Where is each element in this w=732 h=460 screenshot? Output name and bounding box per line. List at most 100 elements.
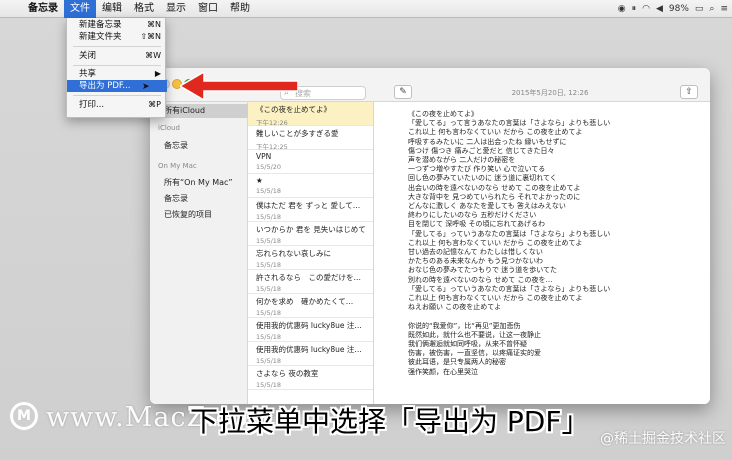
- red-arrow-annotation: [180, 72, 298, 100]
- note-body-line: 「愛してる」っていうあなたの言葉は「さよなら」よりも悲しい: [408, 284, 611, 293]
- note-date: 15/5/18: [256, 285, 282, 293]
- note-title: 許されるなら この愛だけを…: [256, 273, 361, 282]
- note-body-line: 大きな背中を 見つめていられたら それでよかったのに: [408, 192, 581, 201]
- note-date: 15/5/18: [256, 261, 282, 269]
- share-icon: ⇧: [685, 87, 693, 97]
- menu-shortcut: ⌘P: [148, 100, 161, 109]
- sidebar-item-recovered[interactable]: 已恢复的项目: [164, 209, 212, 220]
- sidebar-item-notes-icloud[interactable]: 备忘录: [164, 140, 188, 151]
- wifi-icon[interactable]: ◠: [642, 4, 650, 14]
- corner-watermark: @稀土掘金技术社区: [600, 431, 726, 447]
- note-list-item[interactable]: 使用我的优惠码 lucky8ue 注… 15/5/18: [248, 342, 373, 366]
- note-list: 《この夜を止めてよ》 下午12:26 難しいことが多すぎる愛 下午12:25 VPN 15…: [248, 102, 374, 404]
- note-title: 使用我的优惠码 lucky8ue 注…: [256, 345, 362, 354]
- note-title: 僕はただ 君を ずっと 愛して…: [256, 201, 361, 210]
- media-icon[interactable]: ⏸: [632, 4, 637, 14]
- note-list-item[interactable]: VPN 15/5/20: [248, 150, 373, 174]
- note-body-line: 彼此耳语，是只专属两人的秘密: [408, 358, 506, 367]
- note-body-line: これ以上 何も言わなくていい だから この夜を止めてよ: [408, 238, 583, 247]
- note-list-item[interactable]: ★ 15/5/18: [248, 174, 373, 198]
- note-body-line: 回し色の夢みていたいのに 迷う道に裏切れてく: [408, 174, 557, 183]
- note-body-line: 《この夜を止めてよ》: [408, 110, 478, 118]
- menu-item-label: 新建文件夹: [79, 32, 122, 42]
- note-date: 15/5/18: [256, 187, 282, 195]
- menu-item-label: 新建备忘录: [79, 20, 122, 30]
- menu-item-label: 关闭: [79, 51, 97, 61]
- menu-shortcut: ⇧⌘N: [140, 32, 161, 41]
- sidebar-item-all-on-my-mac[interactable]: 所有“On My Mac”: [164, 177, 233, 188]
- menubar: 备忘录 文件 编辑 格式 显示 窗口 帮助 ◉ ⏸ ◠ ◀ 98% ▭ ⌕ ≡: [0, 0, 732, 18]
- note-body-line: 呼吸するみたいに 二人は出会ったね 縁いもせずに: [408, 137, 567, 146]
- menu-item-label: 导出为 PDF...: [79, 81, 131, 91]
- note-editor[interactable]: 《この夜を止めてよ》 「愛してる」って言うあなたの言葉は「さよなら」よりも悲しいこ…: [374, 102, 710, 404]
- note-list-item[interactable]: 何かを求め 確かめたくて… 15/5/18: [248, 294, 373, 318]
- record-icon[interactable]: ◉: [618, 4, 626, 14]
- menu-separator: [73, 65, 161, 66]
- note-body-line: これ以上 何も言わなくていい だから この夜を止めてよ: [408, 128, 583, 137]
- note-title: VPN: [256, 152, 272, 161]
- note-body-line: 「愛してる」っていうあなたの言葉は「さよなら」よりも悲しい: [408, 229, 611, 238]
- menu-item-new-folder[interactable]: 新建文件夹 ⇧⌘N: [67, 31, 167, 43]
- note-body-line: 我们俩邂逅就如同呼吸，从来不曾怀疑: [408, 340, 527, 349]
- note-date-label: 2015年5月20日, 12:26: [511, 89, 589, 97]
- menu-item-share[interactable]: 共享 ▶: [67, 68, 167, 80]
- sidebar-header-on-my-mac: On My Mac: [158, 162, 197, 170]
- note-title: 忘れられない哀しみに: [256, 249, 331, 258]
- menu-view[interactable]: 显示: [160, 0, 192, 18]
- menu-format[interactable]: 格式: [128, 0, 160, 18]
- menu-window[interactable]: 窗口: [192, 0, 224, 18]
- note-body-line: ねえお願い この夜を止めてよ: [408, 303, 502, 312]
- video-subtitle: 下拉菜单中选择「导出为 PDF」: [190, 405, 590, 438]
- note-body-line: 傷つけ 傷つき 痛みごと愛だと 信じてきた日々: [408, 146, 555, 155]
- menu-item-close[interactable]: 关闭 ⌘W: [67, 50, 167, 62]
- menu-help[interactable]: 帮助: [224, 0, 256, 18]
- sidebar-item-notes-mac[interactable]: 备忘录: [164, 193, 188, 204]
- file-menu-dropdown: 新建备忘录 ⌘N 新建文件夹 ⇧⌘N 关闭 ⌘W 共享 ▶ 导出为 PDF...…: [66, 18, 167, 118]
- note-title: 何かを求め 確かめたくて…: [256, 297, 354, 306]
- menu-app-name[interactable]: 备忘录: [22, 0, 64, 18]
- note-body-line: 你说的“我爱你”，比“再见”更加悲伤: [408, 321, 521, 330]
- menu-list-icon[interactable]: ≡: [720, 4, 728, 14]
- note-title: さよなら 夜の教室: [256, 369, 319, 378]
- menu-separator: [73, 46, 161, 47]
- note-title: 難しいことが多すぎる愛: [256, 129, 339, 138]
- battery-icon[interactable]: ▭: [695, 4, 704, 14]
- sidebar-header-icloud: iCloud: [158, 124, 180, 132]
- note-body-line: 声を潜めながら 二人だけの秘密を: [408, 156, 516, 165]
- search-icon[interactable]: ⌕: [709, 4, 714, 14]
- menu-file[interactable]: 文件: [64, 0, 96, 18]
- note-body-line: 既然如此，就什么也不要说，让这一夜静止: [408, 330, 541, 339]
- note-list-item[interactable]: 《この夜を止めてよ》 下午12:26: [248, 102, 373, 127]
- note-list-item[interactable]: 僕はただ 君を ずっと 愛して… 15/5/18: [248, 198, 373, 222]
- menu-item-export-pdf[interactable]: 导出为 PDF... ➤: [67, 80, 167, 92]
- submenu-chevron-icon: ▶: [154, 69, 161, 78]
- note-body-line: どんなに激しく あなたを愛しても 答えはみえない: [408, 202, 566, 211]
- menu-shortcut: ⌘W: [145, 51, 161, 60]
- volume-icon[interactable]: ◀: [656, 4, 663, 14]
- note-list-item[interactable]: いつからか 君を 見失いはじめて 15/5/18: [248, 222, 373, 246]
- menu-item-label: 共享: [79, 69, 97, 79]
- menu-item-new-note[interactable]: 新建备忘录 ⌘N: [67, 19, 167, 31]
- menu-item-label: 打印...: [79, 100, 105, 110]
- note-list-item[interactable]: 難しいことが多すぎる愛 下午12:25: [248, 126, 373, 151]
- note-list-item[interactable]: 忘れられない哀しみに 15/5/18: [248, 246, 373, 270]
- note-list-item[interactable]: さよなら 夜の教室 15/5/18: [248, 366, 373, 390]
- compose-icon: ✎: [399, 87, 407, 97]
- note-title: いつからか 君を 見失いはじめて: [256, 225, 366, 234]
- note-title: 使用我的优惠码 lucky8ue 注…: [256, 321, 362, 330]
- status-area: ◉ ⏸ ◠ ◀ 98% ▭ ⌕ ≡: [618, 0, 728, 18]
- note-title: 《この夜を止めてよ》: [256, 105, 331, 114]
- menu-item-print[interactable]: 打印... ⌘P: [67, 99, 167, 111]
- note-date: 15/5/18: [256, 309, 282, 317]
- note-body-line: おなじ色の夢みてたつもりで 迷う道を歩いてた: [408, 266, 558, 275]
- red-arrow-shape: [180, 72, 298, 100]
- note-body-line: 出会いの時を遠べないのなら せめて この夜を止めてよ: [408, 183, 581, 192]
- menu-edit[interactable]: 编辑: [96, 0, 128, 18]
- note-list-item[interactable]: 使用我的优惠码 lucky8ue 注… 15/5/18: [248, 318, 373, 342]
- note-list-item[interactable]: 許されるなら この愛だけを… 15/5/18: [248, 270, 373, 294]
- note-body-line: 目を閉じて 深呼吸 その頃に忘れてあげるわ: [408, 220, 546, 229]
- note-title: ★: [256, 176, 263, 185]
- share-button[interactable]: ⇧: [680, 85, 698, 99]
- compose-button[interactable]: ✎: [394, 85, 412, 99]
- menu-separator: [73, 95, 161, 96]
